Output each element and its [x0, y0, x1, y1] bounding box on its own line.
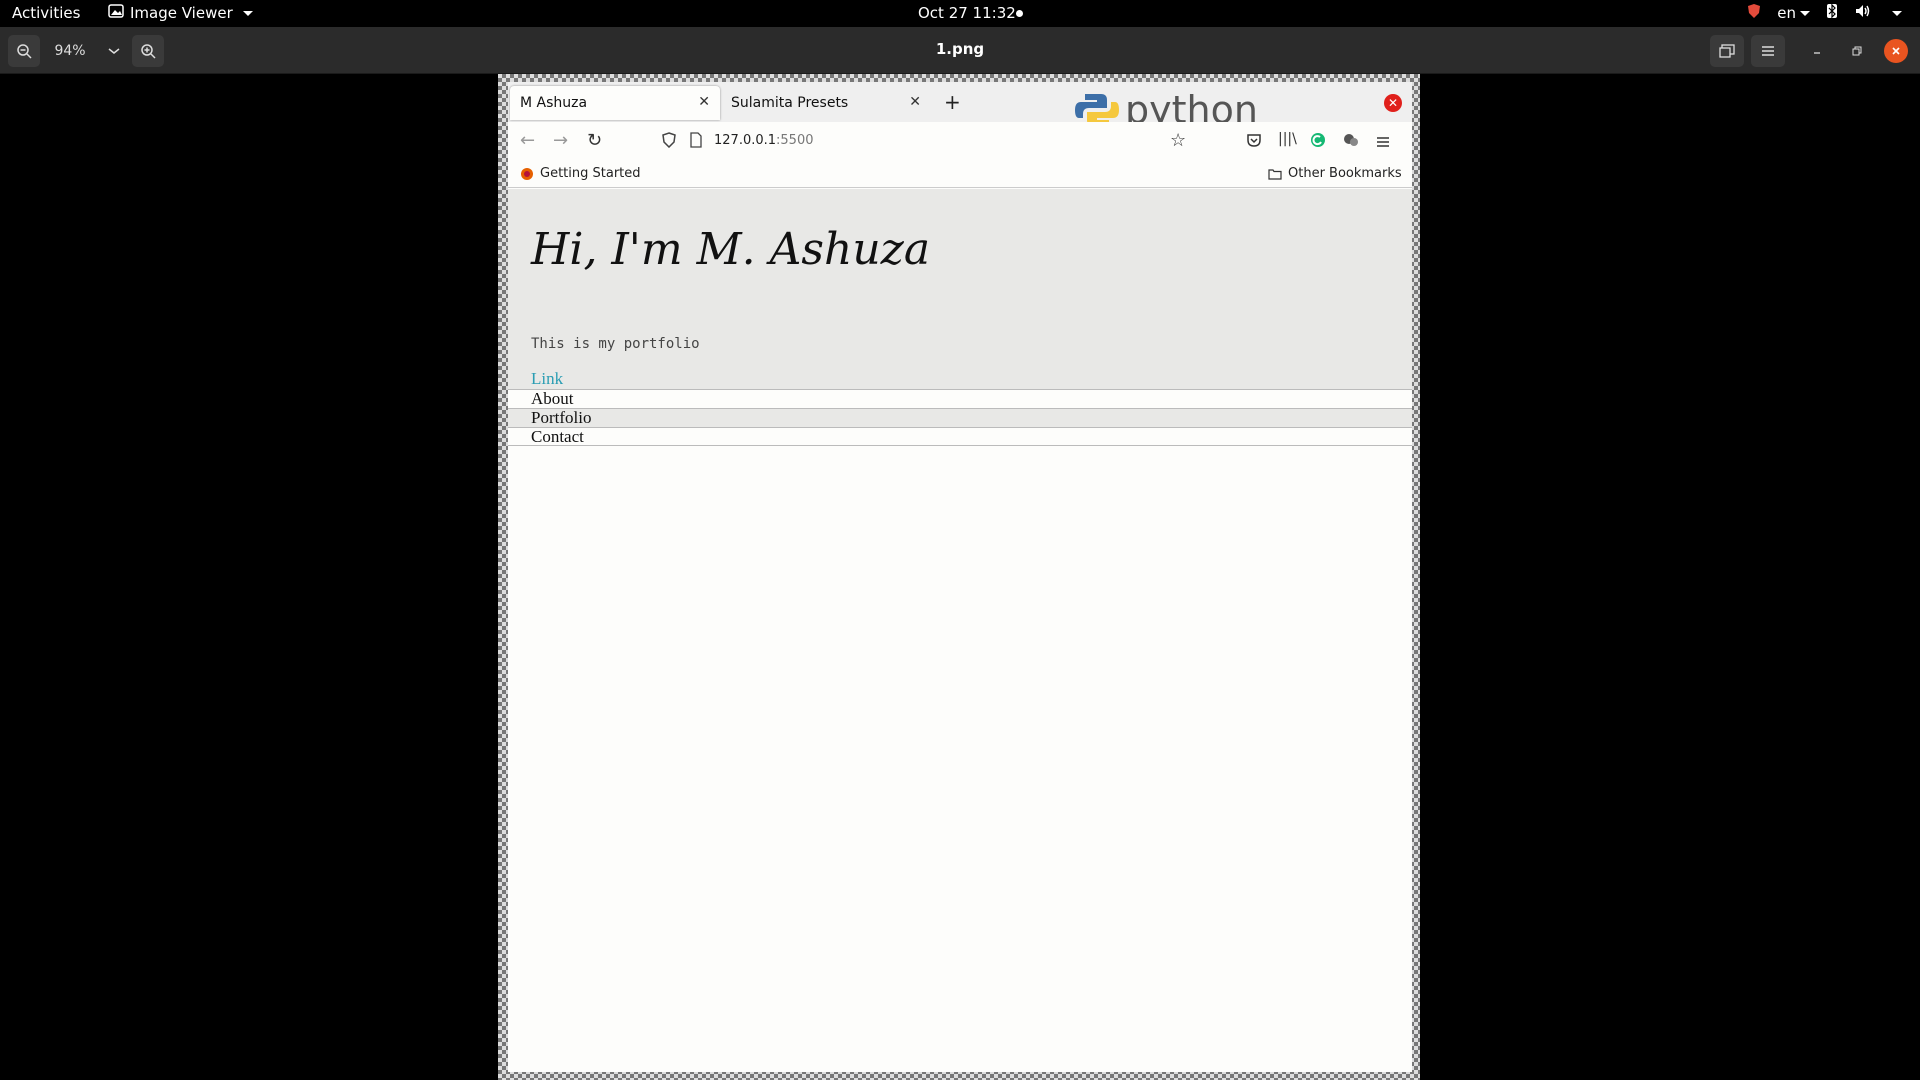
page-nav-list: About Portfolio Contact: [508, 389, 1412, 446]
language-label: en: [1777, 4, 1796, 22]
tab-label: M Ashuza: [520, 95, 588, 111]
chevron-down-icon: [242, 10, 253, 16]
url-host: 127.0.0.1: [714, 133, 777, 148]
web-page: Hi, I'm M. Ashuza This is my portfolio L…: [508, 189, 1412, 1072]
forward-arrow-icon[interactable]: →: [553, 130, 568, 151]
bluetooth-icon[interactable]: [1826, 3, 1838, 23]
close-icon: [1892, 47, 1900, 55]
main-menu-button[interactable]: [1751, 35, 1785, 67]
hero-section: Hi, I'm M. Ashuza This is my portfolio L…: [508, 189, 1412, 389]
tab-sulamita-presets[interactable]: Sulamita Presets ✕: [721, 86, 931, 120]
browser-close-icon[interactable]: ✕: [1384, 94, 1402, 112]
reload-icon[interactable]: ↻: [587, 130, 602, 151]
power-menu-chevron-icon[interactable]: [1888, 4, 1902, 22]
bookmark-label: Other Bookmarks: [1288, 166, 1402, 181]
fullscreen-icon: [1719, 44, 1735, 58]
app-menu-label: Image Viewer: [130, 4, 233, 22]
page-icon: [690, 132, 702, 153]
hamburger-menu-icon[interactable]: [1376, 132, 1390, 153]
tagline: This is my portfolio: [531, 336, 700, 352]
bookmark-label: Getting Started: [540, 166, 641, 181]
app-menu[interactable]: Image Viewer: [108, 4, 253, 22]
close-tab-icon[interactable]: ✕: [909, 94, 921, 110]
bookmarks-toolbar: Getting Started Other Bookmarks: [508, 160, 1412, 188]
bookmark-getting-started[interactable]: Getting Started: [520, 166, 641, 181]
notification-dot-icon: [1016, 10, 1023, 17]
system-top-bar: Activities Image Viewer Oct 27 11:32 en: [0, 0, 1920, 27]
image-viewer-icon: [108, 4, 124, 22]
back-arrow-icon[interactable]: ←: [520, 130, 535, 151]
chevron-down-icon: [1800, 11, 1810, 16]
extension-icon[interactable]: [1342, 132, 1360, 153]
tab-bar: M Ashuza ✕ Sulamita Presets ✕ + python ✕: [508, 82, 1412, 132]
new-tab-button[interactable]: +: [944, 90, 961, 114]
close-tab-icon[interactable]: ✕: [698, 94, 710, 110]
firefox-icon: [521, 167, 533, 180]
pocket-icon[interactable]: [1246, 132, 1262, 153]
language-indicator[interactable]: en: [1777, 4, 1810, 22]
folder-icon: [1268, 168, 1282, 180]
volume-icon[interactable]: [1854, 3, 1872, 23]
page-heading: Hi, I'm M. Ashuza: [531, 224, 931, 275]
minimize-icon: [1814, 52, 1820, 54]
window-title: 1.png: [935, 40, 985, 58]
bookmark-star-icon[interactable]: ☆: [1170, 130, 1186, 151]
tab-m-ashuza[interactable]: M Ashuza ✕: [510, 86, 720, 120]
restore-icon: [1852, 46, 1862, 56]
library-icon[interactable]: |||\: [1278, 131, 1297, 147]
link[interactable]: Link: [531, 369, 563, 389]
system-tray[interactable]: en: [1747, 3, 1902, 23]
fullscreen-button[interactable]: [1710, 35, 1744, 67]
hamburger-menu-icon: [1762, 46, 1774, 56]
minimize-button[interactable]: [1804, 35, 1830, 67]
nav-item-contact[interactable]: Contact: [508, 427, 1412, 446]
browser-window: M Ashuza ✕ Sulamita Presets ✕ + python ✕…: [508, 82, 1412, 1072]
tracking-shield-icon[interactable]: [662, 132, 676, 153]
close-button[interactable]: [1884, 39, 1908, 63]
other-bookmarks[interactable]: Other Bookmarks: [1268, 166, 1402, 181]
maximize-button[interactable]: [1844, 35, 1870, 67]
address-bar[interactable]: 127.0.0.1:5500: [714, 133, 814, 148]
shield-icon[interactable]: [1747, 3, 1761, 23]
tab-label: Sulamita Presets: [731, 95, 849, 111]
activities-button[interactable]: Activities: [12, 4, 80, 22]
url-port: :5500: [776, 133, 814, 148]
extension-green-icon[interactable]: [1310, 132, 1326, 153]
image-viewer-header: 94% 1.png: [0, 27, 1920, 74]
nav-item-portfolio[interactable]: Portfolio: [508, 408, 1412, 427]
python-theme-logo: python: [1073, 86, 1403, 132]
nav-item-about[interactable]: About: [508, 389, 1412, 408]
navigation-toolbar: ← → ↻ 127.0.0.1:5500 ☆ |||\: [508, 122, 1412, 160]
clock[interactable]: Oct 27 11:32: [918, 4, 1016, 22]
